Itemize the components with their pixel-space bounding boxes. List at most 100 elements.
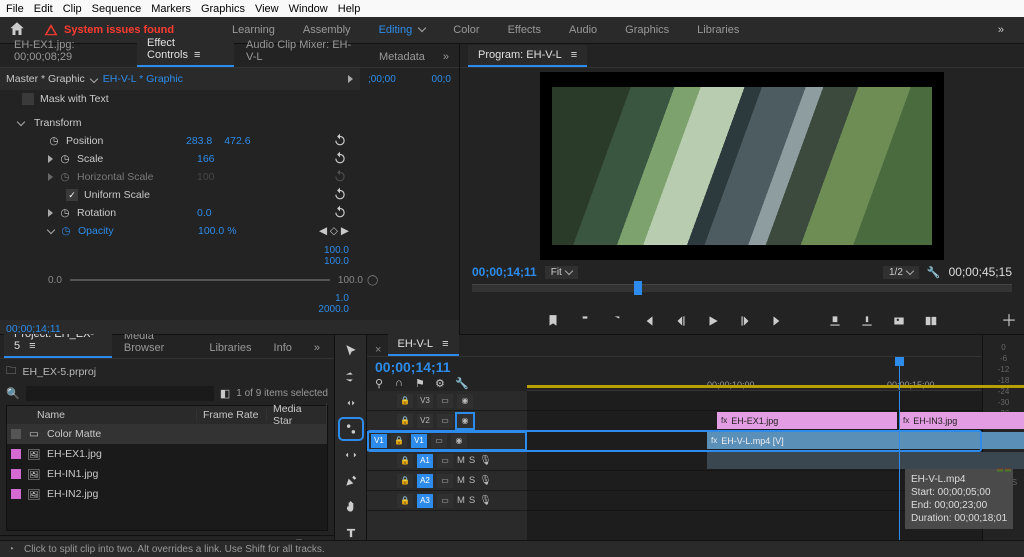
ec-mini-ruler[interactable]: ;00;0000;0 [360, 68, 459, 90]
clip-eh-ex1[interactable]: fxEH-EX1.jpg [717, 412, 897, 429]
export-frame-icon[interactable] [890, 312, 908, 330]
menu-graphics[interactable]: Graphics [201, 3, 245, 15]
reset-icon[interactable] [333, 151, 349, 167]
selection-tool-icon[interactable] [340, 341, 362, 361]
clip-eh-v-l-audio[interactable] [707, 452, 1024, 469]
tab-libraries[interactable]: Libraries [199, 338, 261, 358]
track-v1-header[interactable]: V1🔒V1▭◉ [367, 431, 527, 451]
playhead-icon[interactable] [634, 281, 642, 295]
menu-markers[interactable]: Markers [151, 3, 191, 15]
reset-icon[interactable] [333, 205, 349, 221]
keyframe-nav[interactable]: ◀ ◇ ▶ [319, 225, 349, 237]
project-row[interactable]: 🖼 EH-IN2.jpg [7, 484, 327, 504]
go-to-in-icon[interactable] [640, 312, 658, 330]
ws-effects[interactable]: Effects [508, 24, 541, 36]
project-row[interactable]: ▭ Color Matte [7, 424, 327, 444]
lift-icon[interactable] [826, 312, 844, 330]
position-x[interactable]: 283.8 [186, 135, 212, 147]
wrench-icon[interactable]: 🔧 [455, 377, 467, 389]
timeline-canvas[interactable]: fxEH-EX1.jpg fxEH-IN3.jpg fxEH-V-L.mp4 [… [527, 391, 982, 543]
mark-in-icon[interactable] [576, 312, 594, 330]
reset-icon[interactable] [333, 187, 349, 203]
menu-help[interactable]: Help [338, 3, 361, 15]
timeline-timecode[interactable]: 00;00;14;11 [375, 359, 519, 375]
uniform-scale-checkbox[interactable] [66, 189, 78, 201]
ec-clip-link[interactable]: EH-V-L * Graphic [103, 73, 183, 85]
tab-audio-mixer[interactable]: Audio Clip Mixer: EH-V-L [236, 35, 367, 67]
tab-effect-controls[interactable]: Effect Controls≡ [137, 33, 234, 67]
program-viewer[interactable] [540, 72, 944, 260]
menu-sequence[interactable]: Sequence [92, 3, 142, 15]
step-fwd-icon[interactable] [736, 312, 754, 330]
transform-group[interactable]: Transform [34, 117, 154, 129]
play-icon[interactable] [348, 75, 353, 83]
linked-selection-icon[interactable]: ∩ [395, 377, 407, 389]
marker-icon[interactable]: ⚑ [415, 377, 427, 389]
position-y[interactable]: 472.6 [224, 135, 250, 147]
track-select-tool-icon[interactable] [340, 367, 362, 387]
ripple-edit-tool-icon[interactable] [340, 393, 362, 413]
mask-checkbox[interactable] [22, 93, 34, 105]
button-editor-icon[interactable]: ＋ [1000, 310, 1018, 328]
menu-clip[interactable]: Clip [63, 3, 82, 15]
snap-icon[interactable]: ⚲ [375, 377, 387, 389]
menu-view[interactable]: View [255, 3, 279, 15]
project-row[interactable]: 🖼 EH-IN1.jpg [7, 464, 327, 484]
hand-tool-icon[interactable] [340, 497, 362, 517]
stopwatch-icon[interactable]: ◷ [60, 225, 72, 237]
new-bin-icon[interactable]: ◧ [220, 387, 230, 400]
project-row[interactable]: 🖼 EH-EX1.jpg [7, 444, 327, 464]
tabs-overflow-icon[interactable]: » [437, 47, 455, 67]
settings-icon[interactable]: ⚙ [435, 377, 447, 389]
ws-libraries[interactable]: Libraries [697, 24, 739, 36]
timeline-ruler[interactable]: 00;00;10;00 00;00;15;00 00;00;20 [527, 357, 982, 391]
workspace-overflow-icon[interactable]: » [986, 24, 1016, 36]
collapse-icon[interactable] [17, 118, 25, 126]
program-timecode[interactable]: 00;00;14;11 [472, 265, 537, 279]
menu-file[interactable]: File [6, 3, 24, 15]
extract-icon[interactable] [858, 312, 876, 330]
menu-window[interactable]: Window [289, 3, 328, 15]
opacity-slider[interactable]: 0.0100.0 ◯ [0, 272, 459, 288]
resolution-dropdown[interactable]: 1/2 [883, 266, 919, 279]
tab-sequence[interactable]: EH-V-L ≡ [388, 334, 459, 356]
ws-audio[interactable]: Audio [569, 24, 597, 36]
collapse-icon[interactable] [47, 226, 55, 234]
pen-tool-icon[interactable] [340, 471, 362, 491]
col-name[interactable]: Name [31, 409, 197, 421]
tab-metadata[interactable]: Metadata [369, 47, 435, 67]
ws-graphics[interactable]: Graphics [625, 24, 669, 36]
stopwatch-icon[interactable]: ◷ [48, 135, 60, 147]
col-mediastart[interactable]: Media Star [267, 403, 327, 427]
tabs-overflow-icon[interactable]: » [304, 338, 330, 358]
project-search-input[interactable] [26, 386, 214, 401]
fit-dropdown[interactable]: Fit [545, 266, 578, 279]
play-icon[interactable] [704, 312, 722, 330]
expand-icon[interactable] [48, 209, 53, 217]
scale-value[interactable]: 166 [197, 153, 215, 165]
tab-program[interactable]: Program: EH-V-L ≡ [468, 45, 587, 67]
tab-source[interactable]: EH-EX1.jpg: 00;00;08;29 [4, 35, 135, 67]
razor-tool-icon[interactable] [340, 419, 362, 439]
add-marker-icon[interactable] [544, 312, 562, 330]
rotation-value[interactable]: 0.0 [197, 207, 212, 219]
step-back-icon[interactable] [672, 312, 690, 330]
menu-edit[interactable]: Edit [34, 3, 53, 15]
comparison-icon[interactable] [922, 312, 940, 330]
bin-icon[interactable]: 🗀 [6, 363, 17, 381]
program-scrubber[interactable] [472, 284, 1012, 292]
mark-out-icon[interactable] [608, 312, 626, 330]
wrench-icon[interactable]: 🔧 [927, 266, 941, 279]
reset-icon[interactable] [333, 133, 349, 149]
stopwatch-icon[interactable]: ◷ [59, 153, 71, 165]
ws-editing[interactable]: Editing [379, 24, 426, 36]
clip-eh-v-l-video[interactable]: fxEH-V-L.mp4 [V] [707, 432, 1024, 449]
expand-icon[interactable] [48, 155, 53, 163]
stopwatch-icon[interactable]: ◷ [59, 207, 71, 219]
ws-color[interactable]: Color [453, 24, 479, 36]
playhead-line[interactable] [899, 391, 900, 543]
slip-tool-icon[interactable] [340, 445, 362, 465]
col-framerate[interactable]: Frame Rate [197, 409, 267, 421]
chevron-down-icon[interactable] [90, 75, 98, 83]
toggle-track-output-icon[interactable]: ◉ [457, 414, 473, 428]
